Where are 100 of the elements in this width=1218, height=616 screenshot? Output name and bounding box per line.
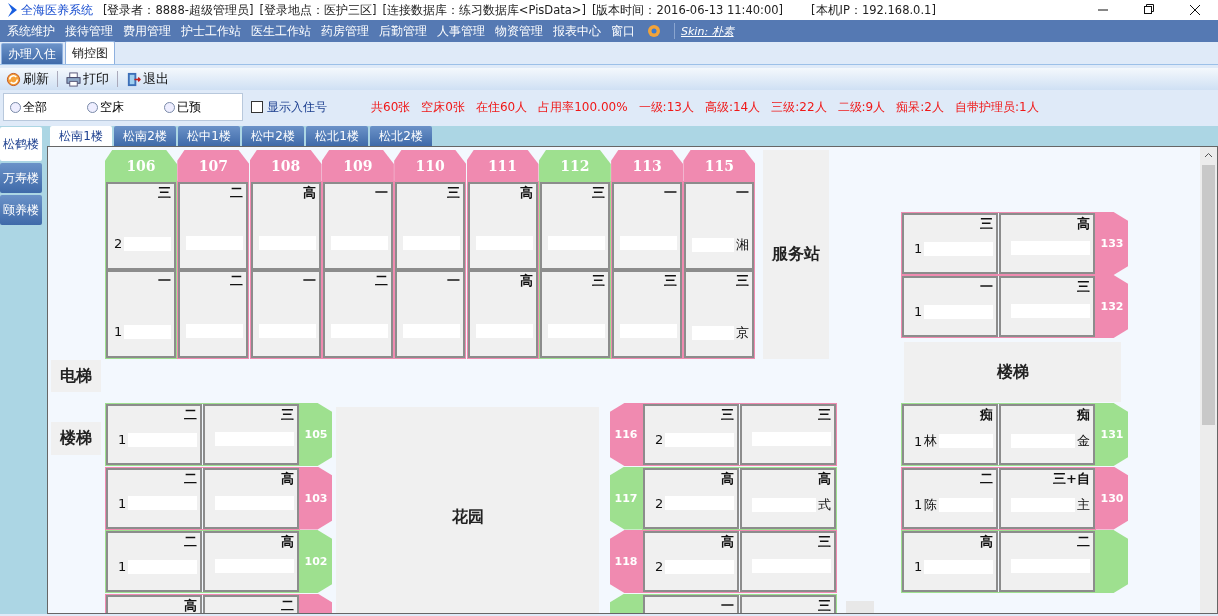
bed-cell[interactable]: 二 bbox=[203, 594, 299, 613]
bed-cell[interactable]: 二 bbox=[178, 270, 249, 358]
bed-number: 1 bbox=[118, 559, 127, 574]
bed-cell[interactable]: 痴 1 林 bbox=[902, 404, 998, 465]
floor-tab[interactable]: 松北1楼 bbox=[306, 126, 368, 146]
care-level: 三 bbox=[818, 533, 831, 551]
toolbar-button[interactable]: 打印 bbox=[64, 70, 111, 88]
menu-item[interactable]: 费用管理 bbox=[118, 23, 176, 39]
bed-cell[interactable]: 三 2 bbox=[106, 182, 176, 270]
bed-cell[interactable]: 二 1 bbox=[106, 467, 202, 529]
bed-cell[interactable]: 一 湘 bbox=[684, 182, 755, 270]
bed-cell[interactable]: 三 bbox=[395, 182, 466, 270]
menu-item[interactable]: 后勤管理 bbox=[374, 23, 432, 39]
bed-number: 1 bbox=[914, 497, 923, 512]
bed-cell[interactable]: 二 1 bbox=[106, 531, 202, 592]
radio-option[interactable]: 已预 bbox=[164, 98, 241, 116]
menu-item[interactable]: 药房管理 bbox=[316, 23, 374, 39]
scrollbar[interactable] bbox=[1200, 147, 1217, 613]
menu-item[interactable]: 人事管理 bbox=[432, 23, 490, 39]
care-level: 一 bbox=[158, 272, 171, 290]
bed-cell[interactable]: 一 1 bbox=[902, 276, 998, 337]
stat-text: 自带护理员:1人 bbox=[954, 98, 1039, 116]
menu-item[interactable]: 窗口 bbox=[606, 23, 640, 39]
bed-cell[interactable]: 二 bbox=[999, 531, 1095, 592]
bed-cell[interactable]: 一 bbox=[250, 270, 321, 358]
bed-cell[interactable]: 高 bbox=[467, 270, 538, 358]
menu-item[interactable]: 物资管理 bbox=[490, 23, 548, 39]
tab[interactable]: 销控图 bbox=[65, 41, 115, 64]
care-level: 三+自 bbox=[1053, 469, 1090, 488]
bed-cell[interactable]: 三 bbox=[740, 404, 836, 465]
bed-cell[interactable]: 高 bbox=[999, 213, 1095, 274]
checkbox-option[interactable]: 显示入住号 bbox=[251, 98, 327, 116]
bed-number: 1 bbox=[914, 559, 923, 574]
floor-tab[interactable]: 松中2楼 bbox=[242, 126, 304, 146]
bed-cell[interactable]: 高 式 bbox=[740, 467, 836, 529]
skin-link[interactable]: Skin: 朴素 bbox=[681, 23, 734, 39]
bed-cell[interactable]: 一 bbox=[395, 270, 466, 358]
menu-item[interactable]: 报表中心 bbox=[548, 23, 606, 39]
floor-tab[interactable]: 松南1楼 bbox=[50, 126, 112, 146]
bed-cell[interactable]: 三 bbox=[612, 270, 683, 358]
radio-option[interactable]: 全部 bbox=[10, 98, 87, 116]
radio-icon[interactable] bbox=[87, 101, 98, 113]
bed-cell[interactable]: 三 bbox=[740, 594, 836, 613]
resident-name-fragment: 林 bbox=[924, 432, 938, 450]
bed-cell[interactable]: 高 bbox=[203, 467, 299, 529]
bed-cell[interactable]: 一 1 bbox=[106, 270, 176, 358]
tab[interactable]: 办理入住 bbox=[1, 43, 63, 64]
bed-cell[interactable]: 高 2 bbox=[643, 467, 739, 529]
building-tab[interactable]: 万寿楼 bbox=[0, 163, 42, 193]
bed-number: 1 bbox=[914, 241, 923, 256]
bed-cell[interactable]: 高 bbox=[250, 182, 321, 270]
bed-cell[interactable]: 高 1 bbox=[902, 531, 998, 592]
bed-cell[interactable]: 三 bbox=[999, 276, 1095, 337]
bed-cell[interactable]: 高 bbox=[467, 182, 538, 270]
radio-icon[interactable] bbox=[164, 101, 175, 113]
radio-option[interactable]: 空床 bbox=[87, 98, 164, 116]
gear-swirl-icon[interactable] bbox=[646, 23, 662, 39]
bed-cell[interactable]: 三 bbox=[539, 270, 610, 358]
floor-tab[interactable]: 松北2楼 bbox=[370, 126, 432, 146]
building-tab[interactable]: 松鹤楼 bbox=[0, 127, 42, 161]
menu-item[interactable]: 接待管理 bbox=[60, 23, 118, 39]
bed-cell[interactable]: 三 1 bbox=[902, 213, 998, 274]
care-level: 高 bbox=[721, 533, 734, 551]
bed-cell[interactable]: 三 京 bbox=[684, 270, 755, 358]
bed-cell[interactable]: 三 2 bbox=[643, 404, 739, 465]
menu-item[interactable]: 医生工作站 bbox=[246, 23, 316, 39]
care-level: 高 bbox=[721, 469, 734, 488]
radio-icon[interactable] bbox=[10, 101, 21, 113]
bed-cell[interactable]: 痴 金 bbox=[999, 404, 1095, 465]
bed-cell[interactable]: 三 bbox=[539, 182, 610, 270]
bed-cell[interactable]: 二 bbox=[178, 182, 249, 270]
bed-cell[interactable]: 三 bbox=[203, 404, 299, 465]
menu-item[interactable]: 护士工作站 bbox=[176, 23, 246, 39]
bed-cell[interactable]: 三 bbox=[740, 531, 836, 592]
care-level: 高 bbox=[302, 184, 316, 202]
care-level: 二 bbox=[230, 184, 244, 202]
floor-tab[interactable]: 松中1楼 bbox=[178, 126, 240, 146]
bed-cell[interactable]: 高 2 bbox=[643, 531, 739, 592]
bed-cell[interactable]: 一 bbox=[643, 594, 739, 613]
care-level: 三 bbox=[818, 596, 831, 613]
stat-text: 高级:14人 bbox=[704, 98, 761, 116]
menu-item[interactable]: 系统维护 bbox=[2, 23, 60, 39]
session-info: [登录地点：医护三区] bbox=[259, 2, 377, 18]
bed-cell[interactable]: 二 bbox=[322, 270, 393, 358]
bed-cell[interactable]: 二 1 bbox=[106, 404, 202, 465]
care-level: 高 bbox=[184, 596, 197, 613]
floor-tab[interactable]: 松南2楼 bbox=[114, 126, 176, 146]
bed-cell[interactable]: 一 bbox=[612, 182, 683, 270]
toolbar-button[interactable]: 刷新 bbox=[4, 70, 51, 88]
bed-cell[interactable]: 高 bbox=[106, 594, 202, 613]
bed-cell[interactable]: 一 bbox=[322, 182, 393, 270]
area-block: 电梯 bbox=[51, 360, 101, 392]
bed-cell[interactable]: 高 bbox=[203, 531, 299, 592]
care-level: 三 bbox=[158, 184, 171, 202]
checkbox-icon[interactable] bbox=[251, 101, 263, 113]
toolbar-button[interactable]: 退出 bbox=[124, 70, 171, 88]
app-title: 全海医养系统 bbox=[6, 1, 93, 19]
building-tab[interactable]: 颐养楼 bbox=[0, 195, 42, 225]
bed-cell[interactable]: 三+自 主 bbox=[999, 467, 1095, 529]
bed-cell[interactable]: 二 1 陈 bbox=[902, 467, 998, 529]
